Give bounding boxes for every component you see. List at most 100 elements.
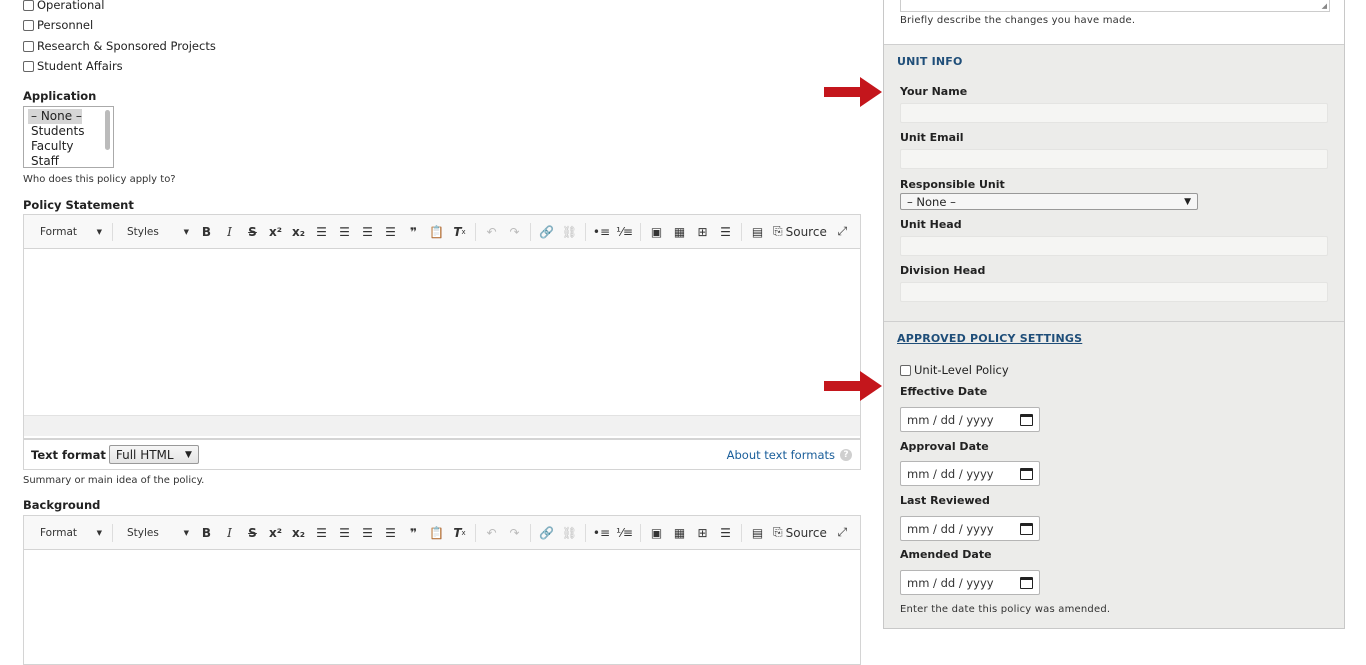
calendar-icon[interactable] bbox=[1020, 522, 1033, 535]
media-icon[interactable]: ▦ bbox=[668, 221, 691, 243]
superscript-icon[interactable]: x² bbox=[264, 522, 287, 544]
numbered-list-icon[interactable]: ⅟≡ bbox=[613, 221, 636, 243]
unit-level-policy-checkbox[interactable]: Unit-Level Policy bbox=[900, 363, 1009, 377]
checkbox[interactable] bbox=[23, 60, 34, 72]
undo-icon[interactable]: ↶ bbox=[480, 522, 503, 544]
listbox-option[interactable]: Students bbox=[28, 124, 113, 139]
remove-format-icon[interactable]: Tx bbox=[448, 522, 471, 544]
italic-icon[interactable]: I bbox=[218, 522, 241, 544]
calendar-icon[interactable] bbox=[1020, 576, 1033, 589]
application-listbox[interactable]: – None – Students Faculty Staff bbox=[23, 106, 114, 168]
last-reviewed-label: Last Reviewed bbox=[900, 494, 990, 507]
image-icon[interactable]: ▣ bbox=[645, 522, 668, 544]
unit-email-field[interactable] bbox=[900, 149, 1328, 169]
source-button[interactable]: ⎘ Source bbox=[769, 522, 831, 544]
align-center-icon[interactable]: ☰ bbox=[333, 522, 356, 544]
redo-icon[interactable]: ↷ bbox=[503, 221, 526, 243]
date-placeholder: mm / dd / yyyy bbox=[907, 521, 994, 536]
division-head-field[interactable] bbox=[900, 282, 1328, 302]
checkbox-student-affairs[interactable]: Student Affairs bbox=[23, 59, 123, 73]
paste-icon[interactable]: 📋 bbox=[425, 522, 448, 544]
numbered-list-icon[interactable]: ⅟≡ bbox=[613, 522, 636, 544]
your-name-field[interactable] bbox=[900, 103, 1328, 123]
bold-icon[interactable]: B bbox=[195, 522, 218, 544]
table-icon[interactable]: ⊞ bbox=[691, 221, 714, 243]
toolbar-separator bbox=[585, 222, 586, 241]
subscript-icon[interactable]: x₂ bbox=[287, 221, 310, 243]
section-divider bbox=[884, 321, 1344, 322]
policy-statement-label: Policy Statement bbox=[23, 198, 134, 212]
remove-format-icon[interactable]: Tx bbox=[448, 221, 471, 243]
horizontal-rule-icon[interactable]: ☰ bbox=[714, 522, 737, 544]
approved-policy-settings-link[interactable]: APPROVED POLICY SETTINGS bbox=[897, 332, 1082, 345]
template-icon[interactable]: ▤ bbox=[746, 522, 769, 544]
listbox-scrollbar[interactable] bbox=[105, 110, 110, 150]
horizontal-rule-icon[interactable]: ☰ bbox=[714, 221, 737, 243]
strikethrough-icon[interactable]: S bbox=[241, 522, 264, 544]
superscript-icon[interactable]: x² bbox=[264, 221, 287, 243]
listbox-option[interactable]: – None – bbox=[28, 109, 82, 124]
strikethrough-icon[interactable]: S bbox=[241, 221, 264, 243]
checkbox-label: Student Affairs bbox=[37, 59, 123, 73]
listbox-option[interactable]: Staff bbox=[28, 154, 113, 167]
calendar-icon[interactable] bbox=[1020, 467, 1033, 480]
responsible-unit-select[interactable]: – None – ▼ bbox=[900, 193, 1198, 210]
text-format-select[interactable]: Full HTML ▼ bbox=[108, 445, 199, 464]
subscript-icon[interactable]: x₂ bbox=[287, 522, 310, 544]
checkbox[interactable] bbox=[900, 364, 911, 376]
toolbar-separator bbox=[640, 222, 641, 241]
about-text-formats-link[interactable]: About text formats ? bbox=[727, 448, 852, 462]
amended-date-label: Amended Date bbox=[900, 548, 992, 561]
bulleted-list-icon[interactable]: •≡ bbox=[590, 522, 613, 544]
align-right-icon[interactable]: ☰ bbox=[310, 522, 333, 544]
media-icon[interactable]: ▦ bbox=[668, 522, 691, 544]
checkbox[interactable] bbox=[23, 40, 34, 52]
align-right-icon[interactable]: ☰ bbox=[310, 221, 333, 243]
template-icon[interactable]: ▤ bbox=[746, 221, 769, 243]
justify-icon[interactable]: ☰ bbox=[379, 221, 402, 243]
maximize-icon[interactable]: ⤢ bbox=[831, 221, 854, 243]
align-center-icon[interactable]: ☰ bbox=[333, 221, 356, 243]
checkbox[interactable] bbox=[23, 0, 34, 11]
table-icon[interactable]: ⊞ bbox=[691, 522, 714, 544]
paste-icon[interactable]: 📋 bbox=[425, 221, 448, 243]
styles-dropdown[interactable]: Styles ▼ bbox=[117, 522, 195, 544]
blockquote-icon[interactable]: ❞ bbox=[402, 522, 425, 544]
checkbox-personnel[interactable]: Personnel bbox=[23, 18, 93, 32]
background-editor: Format ▼ Styles ▼ B I S x² x₂ ☰ ☰ ☰ ☰ ❞ 📋 … bbox=[23, 515, 861, 665]
checkbox[interactable] bbox=[23, 19, 34, 31]
blockquote-icon[interactable]: ❞ bbox=[402, 221, 425, 243]
source-button[interactable]: ⎘ Source bbox=[769, 221, 831, 243]
undo-icon[interactable]: ↶ bbox=[480, 221, 503, 243]
effective-date-input[interactable]: mm / dd / yyyy bbox=[900, 407, 1040, 432]
last-reviewed-input[interactable]: mm / dd / yyyy bbox=[900, 516, 1040, 541]
checkbox-research[interactable]: Research & Sponsored Projects bbox=[23, 39, 216, 53]
unit-head-field[interactable] bbox=[900, 236, 1328, 256]
link-icon[interactable]: 🔗 bbox=[535, 221, 558, 243]
align-left-icon[interactable]: ☰ bbox=[356, 522, 379, 544]
link-icon[interactable]: 🔗 bbox=[535, 522, 558, 544]
approval-date-input[interactable]: mm / dd / yyyy bbox=[900, 461, 1040, 486]
format-dropdown[interactable]: Format ▼ bbox=[30, 221, 108, 243]
format-dropdown[interactable]: Format ▼ bbox=[30, 522, 108, 544]
bold-icon[interactable]: B bbox=[195, 221, 218, 243]
unlink-icon[interactable]: ⛓ bbox=[558, 221, 581, 243]
revision-log-textarea[interactable]: ◢ bbox=[900, 0, 1330, 12]
maximize-icon[interactable]: ⤢ bbox=[831, 522, 854, 544]
listbox-option[interactable]: Faculty bbox=[28, 139, 113, 154]
checkbox-operational[interactable]: Operational bbox=[23, 0, 104, 12]
styles-dropdown[interactable]: Styles ▼ bbox=[117, 221, 195, 243]
redo-icon[interactable]: ↷ bbox=[503, 522, 526, 544]
resize-grip-icon[interactable]: ◢ bbox=[1322, 2, 1327, 10]
unlink-icon[interactable]: ⛓ bbox=[558, 522, 581, 544]
image-icon[interactable]: ▣ bbox=[645, 221, 668, 243]
justify-icon[interactable]: ☰ bbox=[379, 522, 402, 544]
amended-date-input[interactable]: mm / dd / yyyy bbox=[900, 570, 1040, 595]
editor-content-area[interactable] bbox=[24, 249, 860, 415]
bulleted-list-icon[interactable]: •≡ bbox=[590, 221, 613, 243]
italic-icon[interactable]: I bbox=[218, 221, 241, 243]
editor-content-area[interactable] bbox=[24, 550, 860, 660]
align-left-icon[interactable]: ☰ bbox=[356, 221, 379, 243]
calendar-icon[interactable] bbox=[1020, 413, 1033, 426]
date-placeholder: mm / dd / yyyy bbox=[907, 412, 994, 427]
